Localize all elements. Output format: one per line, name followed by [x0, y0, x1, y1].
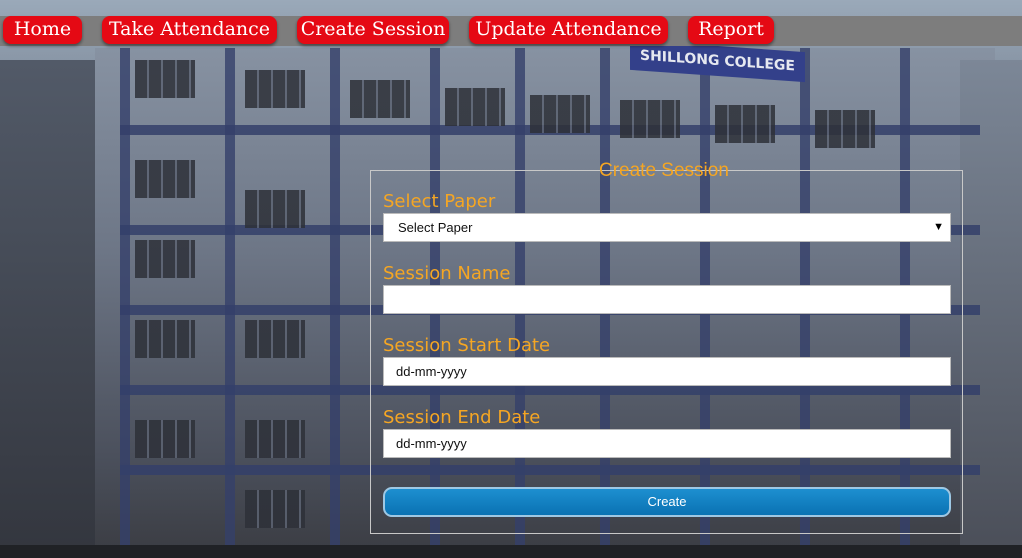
nav-take-attendance-button[interactable]: Take Attendance [102, 16, 277, 44]
window [350, 80, 410, 118]
nav-report-button[interactable]: Report [688, 16, 774, 44]
create-button[interactable]: Create [383, 487, 951, 517]
window [135, 320, 195, 358]
window [620, 100, 680, 138]
window [135, 160, 195, 198]
session-name-input[interactable] [383, 285, 951, 314]
session-end-date-label: Session End Date [383, 407, 541, 428]
window [530, 95, 590, 133]
window [135, 240, 195, 278]
form-legend: Create Session [599, 160, 729, 181]
window [135, 60, 195, 98]
window [815, 110, 875, 148]
window [245, 70, 305, 108]
window [715, 105, 775, 143]
paper-select[interactable]: Select Paper ▼ [383, 213, 951, 242]
nav-home-button[interactable]: Home [3, 16, 82, 44]
session-start-date-input[interactable]: dd-mm-yyyy [383, 357, 951, 386]
dropdown-arrow-icon: ▼ [933, 221, 944, 233]
window [245, 490, 305, 528]
top-nav: Home Take Attendance Create Session Upda… [0, 16, 1022, 46]
session-name-label: Session Name [383, 263, 511, 284]
paper-select-value: Select Paper [398, 220, 473, 235]
window [245, 420, 305, 458]
window [135, 420, 195, 458]
window [445, 88, 505, 126]
nav-update-attendance-button[interactable]: Update Attendance [469, 16, 668, 44]
session-start-date-label: Session Start Date [383, 335, 551, 356]
select-paper-label: Select Paper [383, 191, 496, 212]
session-end-date-input[interactable]: dd-mm-yyyy [383, 429, 951, 458]
nav-create-session-button[interactable]: Create Session [297, 16, 449, 44]
window [245, 320, 305, 358]
bottom-strip [0, 545, 1022, 558]
window [245, 190, 305, 228]
